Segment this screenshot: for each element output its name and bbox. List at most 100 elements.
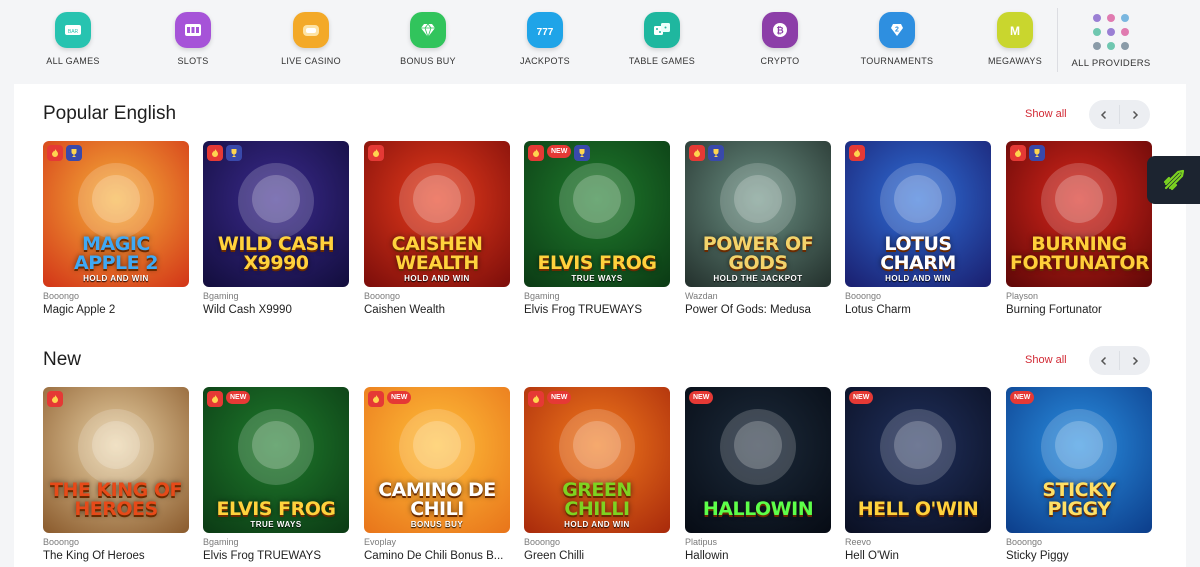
category-bonus-buy[interactable]: BONUS BUY [373,12,483,66]
new-badge: NEW [226,391,251,404]
game-provider: Playson [1006,291,1039,301]
fire-icon [528,145,544,161]
next-button[interactable] [1120,346,1150,375]
game-logo-subtitle: TRUE WAYS [571,274,623,283]
game-thumbnail[interactable]: THE KING OF HEROES [43,387,189,533]
sports-side-tab[interactable] [1147,156,1200,204]
prev-button[interactable] [1089,100,1119,129]
game-title[interactable]: Camino De Chili Bonus B... [364,550,510,562]
section-title-new: New [43,349,82,370]
game-thumbnail[interactable]: NEW ELVIS FROG TRUE WAYS [524,141,670,287]
slots-icon [175,12,211,48]
game-title[interactable]: Hallowin [685,550,831,562]
game-provider: Bgaming [524,291,560,301]
game-thumbnail[interactable]: NEW GREEN CHILLI HOLD AND WIN [524,387,670,533]
fire-icon [47,145,63,161]
game-title[interactable]: Sticky Piggy [1006,550,1152,562]
game-card[interactable]: NEW ELVIS FROG TRUE WAYS Bgaming Elvis Frog … [203,387,349,562]
next-button[interactable] [1120,100,1150,129]
game-logo-text: WILD CASH X9990 [217,233,335,274]
game-title[interactable]: Caishen Wealth [364,304,510,316]
category-crypto[interactable]: ₿ CRYPTO [725,12,835,66]
game-card[interactable]: MAGIC APPLE 2 HOLD AND WIN Booongo Magic Ap… [43,141,189,316]
fire-icon [368,145,384,161]
game-card[interactable]: NEW HALLOWIN Platipus Hallowin [685,387,831,562]
chevron-right-icon [1132,356,1139,365]
svg-text:2: 2 [895,27,899,34]
game-badges [47,391,63,407]
show-all-popular-link[interactable]: Show all [1025,108,1067,120]
game-thumbnail[interactable]: POWER OF GODS HOLD THE JACKPOT [685,141,831,287]
game-card[interactable]: NEW GREEN CHILLI HOLD AND WIN Booongo Green … [524,387,670,562]
game-badges [849,145,865,161]
game-title[interactable]: Burning Fortunator [1006,304,1152,316]
diamond-icon [410,12,446,48]
game-card[interactable]: NEW HELL O'WIN Reevo Hell O'Win [845,387,991,562]
game-title[interactable]: Lotus Charm [845,304,991,316]
game-badges [689,145,724,161]
game-thumbnail[interactable]: NEW HELL O'WIN [845,387,991,533]
game-title[interactable]: Hell O'Win [845,550,991,562]
game-title[interactable]: Magic Apple 2 [43,304,189,316]
chevron-left-icon [1100,110,1107,119]
game-thumbnail[interactable]: MAGIC APPLE 2 HOLD AND WIN [43,141,189,287]
game-logo-text: MAGIC APPLE 2 [74,233,158,274]
game-badges [47,145,82,161]
category-jackpots[interactable]: 777 JACKPOTS [490,12,600,66]
category-label: TOURNAMENTS [860,56,934,66]
game-logo-text: GREEN CHILLI [562,479,632,520]
game-logo-text: THE KING OF HEROES [50,479,183,520]
game-logo-subtitle: HOLD AND WIN [885,274,951,283]
all-games-icon: BAR [55,12,91,48]
game-title[interactable]: Green Chilli [524,550,670,562]
category-table-games[interactable]: TABLE GAMES [607,12,717,66]
new-badge: NEW [1010,391,1035,404]
game-provider: Bgaming [203,537,239,547]
game-thumbnail[interactable]: NEW CAMINO DE CHILI BONUS BUY [364,387,510,533]
prev-button[interactable] [1089,346,1119,375]
new-badge: NEW [547,391,572,404]
game-title[interactable]: Elvis Frog TRUEWAYS [524,304,670,316]
category-tournaments[interactable]: 2 TOURNAMENTS [842,12,952,66]
game-logo-text: ELVIS FROG [537,252,657,274]
all-providers-button[interactable]: ALL PROVIDERS [1060,12,1162,69]
game-thumbnail[interactable]: LOTUS CHARM HOLD AND WIN [845,141,991,287]
category-all-games[interactable]: BAR ALL GAMES [18,12,128,66]
game-title[interactable]: Elvis Frog TRUEWAYS [203,550,349,562]
game-thumbnail[interactable]: NEW STICKY PIGGY [1006,387,1152,533]
game-card[interactable]: LOTUS CHARM HOLD AND WIN Booongo Lotus Char… [845,141,991,316]
game-thumbnail[interactable]: WILD CASH X9990 [203,141,349,287]
game-title[interactable]: Power Of Gods: Medusa [685,304,831,316]
game-title[interactable]: The King Of Heroes [43,550,189,562]
game-card[interactable]: NEW STICKY PIGGY Booongo Sticky Piggy [1006,387,1152,562]
game-provider: Booongo [364,291,401,301]
provider-dot [1107,28,1115,36]
game-provider: Booongo [845,291,882,301]
game-logo-text: ELVIS FROG [216,498,336,520]
game-title[interactable]: Wild Cash X9990 [203,304,349,316]
game-thumbnail[interactable]: NEW HALLOWIN [685,387,831,533]
game-thumbnail[interactable]: CAISHEN WEALTH HOLD AND WIN [364,141,510,287]
dice-icon [644,12,680,48]
game-provider: Platipus [685,537,718,547]
fire-icon [47,391,63,407]
game-thumbnail[interactable]: NEW ELVIS FROG TRUE WAYS [203,387,349,533]
game-card[interactable]: WILD CASH X9990 Bgaming Wild Cash X9990 [203,141,349,316]
game-card[interactable]: NEW ELVIS FROG TRUE WAYS Bgaming Elvis Frog … [524,141,670,316]
tournament-icon: 2 [879,12,915,48]
category-live-casino[interactable]: LIVE CASINO [256,12,366,66]
show-all-new-link[interactable]: Show all [1025,354,1067,366]
game-logo-subtitle: HOLD AND WIN [404,274,470,283]
category-slots[interactable]: SLOTS [138,12,248,66]
game-card[interactable]: BURNING FORTUNATOR Playson Burning Fortuna… [1006,141,1152,316]
game-thumbnail[interactable]: BURNING FORTUNATOR [1006,141,1152,287]
game-card[interactable]: THE KING OF HEROES Booongo The King Of Her… [43,387,189,562]
game-provider: Evoplay [364,537,397,547]
game-logo-text: LOTUS CHARM [880,233,956,274]
game-card[interactable]: CAISHEN WEALTH HOLD AND WIN Booongo Caishen… [364,141,510,316]
game-logo-subtitle: BONUS BUY [410,520,464,529]
game-card[interactable]: NEW CAMINO DE CHILI BONUS BUY Evoplay Camino… [364,387,510,562]
game-card[interactable]: POWER OF GODS HOLD THE JACKPOT Wazdan Power… [685,141,831,316]
provider-dot [1121,42,1129,50]
category-megaways[interactable]: M MEGAWAYS [960,12,1070,66]
